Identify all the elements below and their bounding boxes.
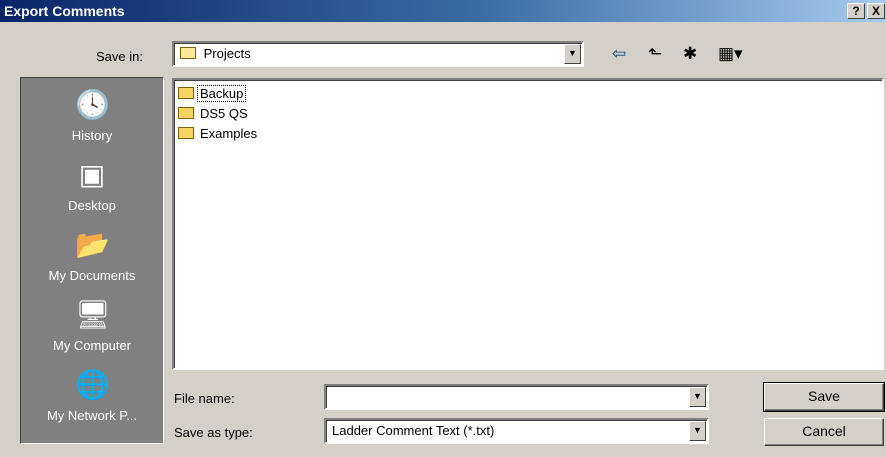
save-as-type-value: Ladder Comment Text (*.txt) (332, 423, 495, 438)
place-my-computer[interactable]: 🖥 My Computer (21, 298, 163, 353)
place-label: My Network P... (46, 408, 138, 423)
place-my-network[interactable]: 🌐 My Network P... (21, 368, 163, 423)
list-item[interactable]: Examples (178, 125, 259, 143)
history-icon: 🕓 (75, 89, 110, 120)
save-in-label: Save in: (96, 49, 143, 64)
file-name-field[interactable]: ▼ (324, 384, 709, 410)
save-as-type-label: Save as type: (174, 425, 253, 440)
save-as-type-dropdown[interactable]: Ladder Comment Text (*.txt) ▼ (324, 418, 709, 444)
title-bar: Export Comments (0, 0, 886, 22)
places-bar: 🕓 History ▣ Desktop 📂 My Documents 🖥 My … (20, 77, 164, 444)
list-item[interactable]: DS5 QS (178, 105, 250, 123)
save-in-value: Projects (203, 46, 251, 61)
place-label: My Documents (48, 268, 136, 283)
view-menu-icon[interactable]: ▦▾ (718, 44, 743, 64)
chevron-down-icon[interactable]: ▼ (564, 44, 581, 64)
place-label: History (71, 128, 113, 143)
help-button[interactable]: ? (847, 3, 865, 19)
cancel-button[interactable]: Cancel (764, 418, 884, 446)
file-list[interactable]: Backup DS5 QS Examples (172, 78, 884, 370)
desktop-icon: ▣ (78, 159, 106, 190)
folder-icon (178, 127, 194, 139)
chevron-down-icon[interactable]: ▼ (689, 421, 706, 441)
folder-icon (178, 87, 194, 99)
place-label: Desktop (68, 198, 116, 213)
open-folder-icon (180, 47, 196, 59)
file-name-label: File name: (174, 391, 235, 406)
close-button[interactable]: X (867, 3, 885, 19)
window-title: Export Comments (4, 3, 125, 19)
place-my-documents[interactable]: 📂 My Documents (21, 228, 163, 283)
my-computer-icon: 🖥 (75, 299, 111, 330)
file-name: DS5 QS (200, 106, 248, 121)
file-name: Backup (196, 85, 247, 102)
chevron-down-icon[interactable]: ▼ (689, 387, 706, 407)
place-label: My Computer (52, 338, 132, 353)
save-button[interactable]: Save (763, 382, 885, 412)
up-one-level-icon[interactable]: ⬑ (648, 44, 662, 64)
folder-icon (178, 107, 194, 119)
back-arrow-icon[interactable]: ⇦ (612, 44, 626, 64)
create-new-folder-icon[interactable]: ✱ (683, 44, 697, 64)
place-history[interactable]: 🕓 History (21, 88, 163, 143)
my-network-places-icon: 🌐 (75, 369, 110, 400)
file-name: Examples (200, 126, 258, 141)
save-in-dropdown[interactable]: Projects ▼ (172, 41, 584, 67)
place-desktop[interactable]: ▣ Desktop (21, 158, 163, 213)
list-item[interactable]: Backup (178, 85, 247, 103)
my-documents-icon: 📂 (75, 229, 110, 260)
